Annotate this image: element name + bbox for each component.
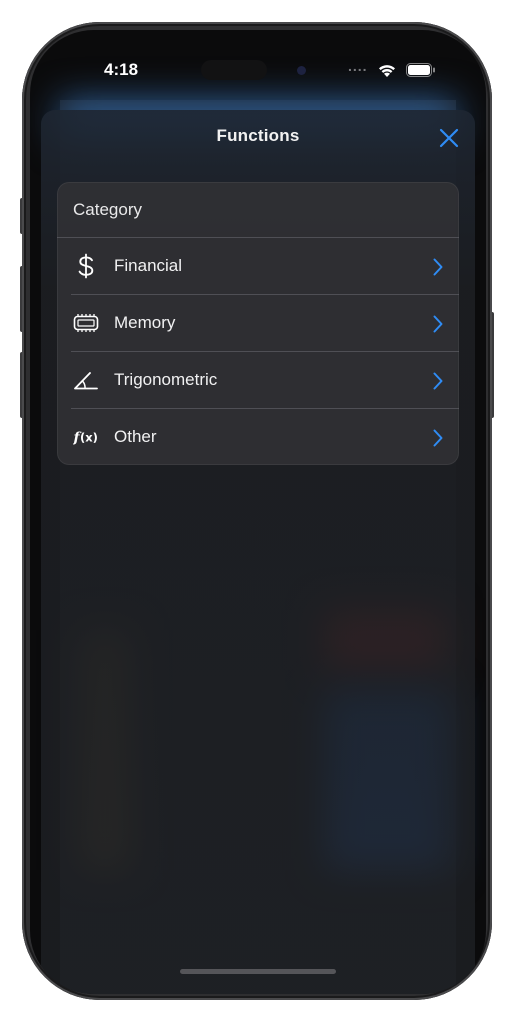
function-icon: ƒ (x) (73, 430, 98, 446)
wifi-icon (379, 65, 395, 77)
cellular-signal: .... (348, 58, 368, 74)
sheet-title: Functions (216, 126, 300, 145)
category-item-trigonometric[interactable]: Trigonometric (57, 352, 459, 409)
home-indicator[interactable] (180, 969, 336, 974)
close-icon[interactable] (437, 126, 461, 150)
status-time: 4:18 (104, 60, 139, 79)
dynamic-island (201, 60, 267, 80)
svg-text:(x): (x) (80, 431, 98, 445)
category-item-financial[interactable]: Financial (57, 238, 459, 295)
memory-chip-icon (73, 314, 99, 332)
camera-dot (297, 66, 306, 75)
category-item-label: Memory (114, 313, 176, 332)
category-item-label: Trigonometric (114, 370, 218, 389)
category-list: Category Financial Memory Trigonometric … (57, 182, 459, 465)
chevron-right-icon (433, 372, 443, 390)
chevron-right-icon (433, 315, 443, 333)
angle-icon (74, 372, 98, 390)
battery-icon (406, 63, 435, 77)
screen: 4:18 .... Functions Category Financial M… (30, 30, 486, 994)
category-item-label: Other (114, 427, 157, 446)
category-item-memory[interactable]: Memory (57, 295, 459, 352)
category-header: Category (73, 200, 142, 219)
category-item-other[interactable]: ƒ (x) Other (57, 409, 459, 466)
chevron-right-icon (433, 429, 443, 447)
dollar-sign-icon (78, 253, 94, 279)
chevron-right-icon (433, 258, 443, 276)
device-frame: 4:18 .... Functions Category Financial M… (0, 0, 516, 1024)
category-item-label: Financial (114, 256, 183, 275)
functions-sheet: Functions Category Financial Memory Trig… (41, 110, 475, 994)
